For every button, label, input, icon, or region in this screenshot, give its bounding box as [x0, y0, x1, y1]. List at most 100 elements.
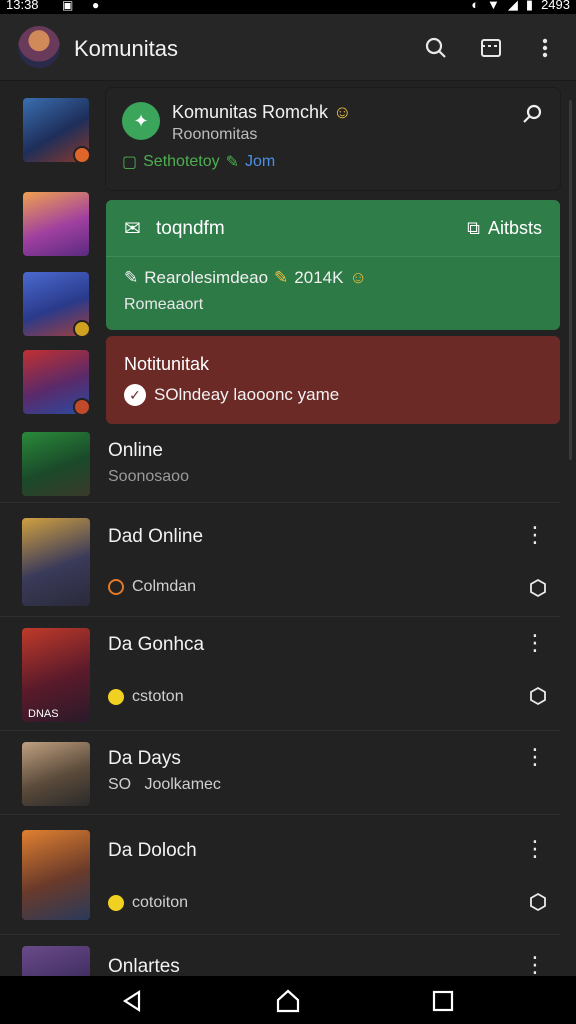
more-vert-icon[interactable]: [531, 34, 559, 62]
item-thumb: DNAS: [22, 628, 90, 722]
bolt-icon: ✎: [274, 268, 289, 287]
list-item[interactable]: Da Days ⋮ SO Joolkamec: [0, 734, 560, 815]
community-thumb[interactable]: [23, 272, 89, 336]
item-thumb: [22, 742, 90, 806]
wifi-icon: ▼: [487, 0, 500, 12]
more-vert-icon[interactable]: ⋮: [524, 746, 546, 768]
signal-icon: ◢: [507, 0, 518, 12]
scrollbar[interactable]: [569, 100, 572, 460]
community-status-text: Sethotetoy: [143, 153, 220, 170]
list-item[interactable]: Onlartes ⋮: [0, 940, 560, 976]
community-subtitle: Roonomitas: [172, 126, 258, 143]
battery-text: 2493: [541, 0, 570, 12]
community-title-text: Komunitas Romchk: [172, 102, 329, 122]
search-icon[interactable]: [422, 34, 450, 62]
puzzle-icon: ⧉: [467, 218, 480, 238]
item-name: Da Gonhca: [108, 634, 205, 655]
green-card[interactable]: ✉ toqndfm ⧉ Aitbsts ✎ Rearolesimdeao ✎ 2…: [106, 200, 560, 330]
item-thumb: [22, 946, 90, 976]
green-card-count: 2014K: [294, 268, 344, 287]
community-logo-icon: ✦: [122, 102, 160, 140]
battery-icon: ▮: [525, 0, 534, 12]
notification-card[interactable]: Notitunitak ✓ SOlndeay laooonc yame: [106, 336, 560, 424]
badge-icon: [73, 146, 89, 162]
item-meta-text: SO Joolkamec: [108, 776, 221, 793]
item-name: Da Days: [108, 748, 181, 769]
green-card-header: ✉ toqndfm ⧉ Aitbsts: [106, 200, 560, 257]
recents-icon[interactable]: [430, 988, 456, 1014]
emoji-icon: [108, 895, 124, 911]
app-bar: Komunitas: [0, 14, 576, 81]
checkbox-icon: ▢: [122, 154, 138, 171]
green-card-subtext: Romeaaort: [124, 296, 204, 313]
item-meta-text: Soonosaoo: [108, 468, 189, 485]
item-meta: Soonosaoo: [108, 468, 189, 486]
grid-icon[interactable]: [477, 34, 505, 62]
green-card-line: ✎ Rearolesimdeao ✎ 2014K ☺: [124, 268, 367, 288]
badge-icon: [73, 398, 89, 414]
community-thumb[interactable]: [23, 98, 89, 162]
more-vert-icon[interactable]: ⋮: [524, 954, 546, 976]
list-item[interactable]: DNAS Da Gonhca ⋮ cstoton: [0, 620, 560, 731]
navigation-bar: [0, 976, 576, 1024]
page-title: Komunitas: [74, 36, 178, 61]
notification-line: ✓ SOlndeay laooonc yame: [124, 384, 339, 406]
status-right: ◐ ▼ ◢ ▮ 2493: [471, 0, 570, 12]
green-card-action[interactable]: ⧉ Aitbsts: [467, 218, 542, 239]
community-thumb[interactable]: [23, 350, 89, 414]
item-meta: cotoiton: [108, 894, 188, 912]
join-link[interactable]: Jom: [245, 153, 275, 171]
item-meta: Colmdan: [108, 578, 196, 596]
check-circle-icon: ✓: [124, 384, 146, 406]
item-name: Online: [108, 440, 163, 461]
status-bar: 13:38 ▣ ● ◐ ▼ ◢ ▮ 2493: [0, 0, 576, 14]
compass-icon: [108, 579, 124, 595]
emoji-icon: ☺: [349, 268, 367, 287]
emoji-icon: [108, 689, 124, 705]
more-vert-icon[interactable]: ⋮: [524, 632, 546, 654]
more-vert-icon[interactable]: ⋮: [524, 524, 546, 546]
sidebar: [0, 80, 104, 425]
more-vert-icon[interactable]: ⋮: [524, 838, 546, 860]
item-meta-text: cstoton: [132, 688, 184, 705]
home-icon[interactable]: [275, 988, 301, 1014]
status-time: 13:38: [6, 0, 39, 12]
community-status-line: ▢ Sethotetoy ✎ Jom: [122, 152, 275, 172]
green-card-line-text: Rearolesimdeao: [144, 268, 269, 287]
back-icon[interactable]: [120, 988, 146, 1014]
item-thumb-label: DNAS: [28, 708, 59, 720]
community-title: Komunitas Romchk ☺: [172, 102, 351, 123]
notification-icon: ▣: [62, 0, 74, 12]
item-thumb: [22, 518, 90, 606]
mail-check-icon: ✉: [124, 218, 141, 240]
item-meta-text: Colmdan: [132, 578, 197, 595]
sync-icon: ◐: [471, 0, 480, 12]
list-item[interactable]: Dad Online ⋮ Colmdan: [0, 514, 560, 617]
item-meta: SO Joolkamec: [108, 776, 221, 794]
hexagon-icon[interactable]: [528, 892, 548, 912]
notification-text: SOlndeay laooonc yame: [154, 385, 340, 404]
hexagon-icon[interactable]: [528, 686, 548, 706]
pencil-icon: ✎: [124, 268, 139, 287]
emoji-icon: ☺: [333, 102, 352, 122]
alert-icon: ●: [92, 0, 100, 12]
item-name: Onlartes: [108, 956, 180, 976]
community-card[interactable]: ✦ Komunitas Romchk ☺ Roonomitas ▢ Sethot…: [106, 88, 560, 190]
leaf-icon: ✎: [225, 154, 240, 171]
green-card-action-label: Aitbsts: [487, 218, 542, 238]
notification-title: Notitunitak: [124, 354, 210, 374]
profile-avatar[interactable]: [18, 26, 60, 68]
item-meta: cstoton: [108, 688, 184, 706]
item-name: Dad Online: [108, 526, 204, 547]
card-search-icon[interactable]: [520, 102, 546, 128]
item-meta-text: cotoiton: [132, 894, 189, 911]
community-thumb[interactable]: [23, 192, 89, 256]
list-item[interactable]: Online Soonosaoo: [0, 428, 560, 503]
hexagon-icon[interactable]: [528, 578, 548, 598]
green-card-label: toqndfm: [156, 218, 225, 239]
item-thumb: [22, 830, 90, 920]
badge-icon: [73, 320, 89, 336]
item-name: Da Doloch: [108, 840, 197, 861]
list-item[interactable]: Da Doloch ⋮ cotoiton: [0, 820, 560, 935]
item-thumb: [22, 432, 90, 496]
